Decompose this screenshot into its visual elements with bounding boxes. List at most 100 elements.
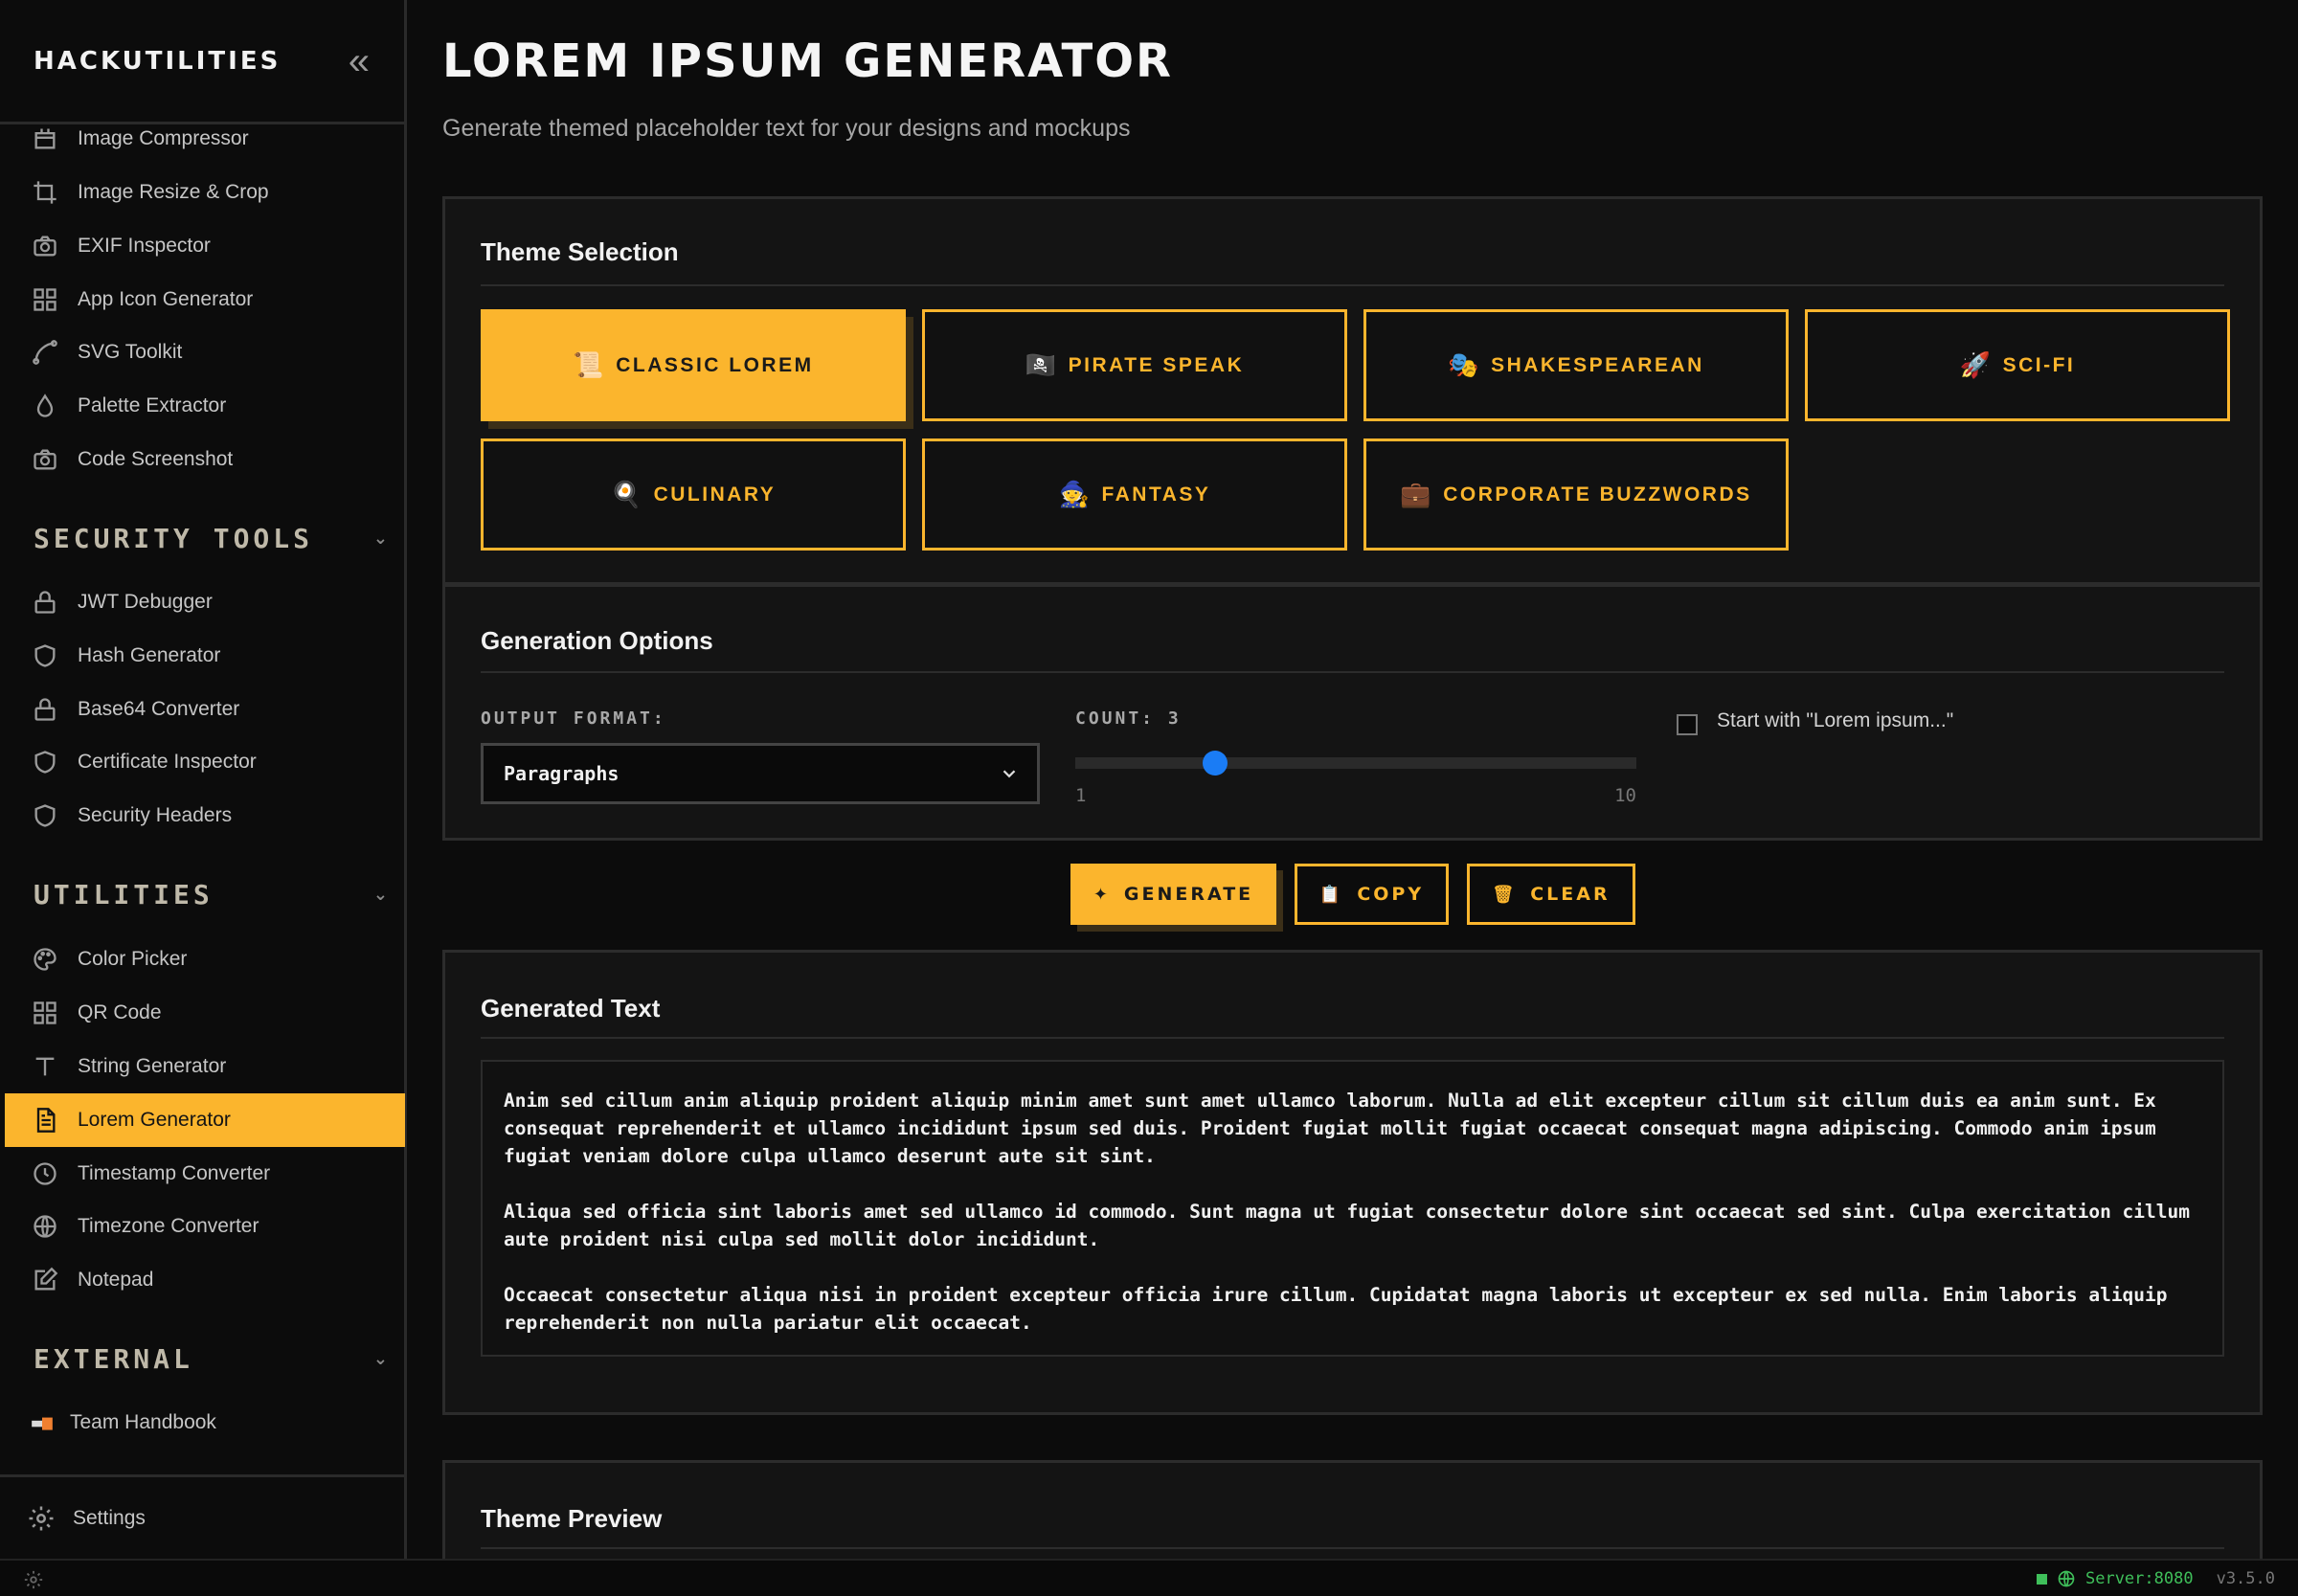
panel-heading: Theme Preview	[481, 1504, 663, 1533]
sidebar-item-timestamp-converter[interactable]: Timestamp Converter	[5, 1147, 405, 1201]
theme-label: CULINARY	[653, 483, 777, 506]
sidebar-item-team-handbook[interactable]: Team Handbook	[5, 1396, 405, 1450]
clear-button[interactable]: 🗑 CLEAR	[1467, 864, 1635, 925]
generation-options-panel: Generation Options OUTPUT FORMAT: Paragr…	[442, 584, 2263, 841]
page-title: LOREM IPSUM GENERATOR	[442, 34, 1174, 88]
gear-icon[interactable]	[23, 1569, 44, 1590]
theme-classic-lorem-button[interactable]: 📜 CLASSIC LOREM	[481, 309, 906, 421]
sidebar-item-app-icon-generator[interactable]: App Icon Generator	[5, 273, 405, 326]
globe-icon	[2057, 1569, 2076, 1588]
sidebar-item-label: Notepad	[78, 1269, 154, 1291]
section-header-external[interactable]: EXTERNAL ⌄	[34, 1339, 388, 1378]
divider	[481, 1037, 2224, 1039]
theme-culinary-button[interactable]: 🍳 CULINARY	[481, 438, 906, 551]
shield-icon	[28, 745, 62, 779]
sidebar-item-label: EXIF Inspector	[78, 235, 211, 257]
sidebar-item-certificate-inspector[interactable]: Certificate Inspector	[5, 735, 405, 789]
output-format-select[interactable]: Paragraphs	[481, 743, 1040, 804]
page-subtitle: Generate themed placeholder text for you…	[442, 115, 1131, 142]
status-indicator	[2036, 1573, 2047, 1585]
status-bar: Server:8080 v3.5.0	[0, 1559, 2298, 1596]
count-slider-thumb[interactable]	[1203, 751, 1228, 776]
theme-label: CORPORATE BUZZWORDS	[1443, 483, 1752, 506]
divider	[481, 284, 2224, 286]
frying-pan-icon: 🍳	[610, 480, 644, 508]
sidebar-item-palette-extractor[interactable]: Palette Extractor	[5, 379, 405, 433]
sidebar-item-lorem-generator[interactable]: Lorem Generator	[5, 1093, 405, 1147]
section-title: EXTERNAL	[34, 1342, 193, 1375]
camera-icon	[28, 229, 62, 263]
scroll-icon: 📜	[573, 350, 607, 379]
sidebar-item-string-generator[interactable]: String Generator	[5, 1040, 405, 1093]
theme-fantasy-button[interactable]: 🧙 FANTASY	[922, 438, 1347, 551]
sidebar-item-notepad[interactable]: Notepad	[5, 1253, 405, 1307]
shield-icon	[28, 639, 62, 673]
gear-icon	[27, 1504, 56, 1533]
settings-label: Settings	[73, 1506, 146, 1529]
text-icon	[28, 1049, 62, 1084]
sidebar-item-label: String Generator	[78, 1055, 227, 1077]
sidebar-item-label: Image Compressor	[78, 127, 249, 149]
sidebar-header: HACKUTILITIES «	[0, 0, 404, 124]
sidebar-item-label: Image Resize & Crop	[78, 181, 269, 203]
theme-sci-fi-button[interactable]: 🚀 SCI-FI	[1805, 309, 2230, 421]
sidebar-item-label: App Icon Generator	[78, 288, 254, 310]
sidebar-item-jwt-debugger[interactable]: JWT Debugger	[5, 575, 405, 629]
sidebar-item-qr-code[interactable]: QR Code	[5, 986, 405, 1040]
sidebar-item-code-screenshot[interactable]: Code Screenshot	[5, 433, 405, 486]
trash-icon: 🗑	[1492, 884, 1518, 905]
sidebar-item-hash-generator[interactable]: Hash Generator	[5, 629, 405, 683]
section-header-utilities[interactable]: UTILITIES ⌄	[34, 875, 388, 913]
theme-corporate-buzzwords-button[interactable]: 💼 CORPORATE BUZZWORDS	[1363, 438, 1789, 551]
clock-icon	[28, 1157, 62, 1191]
sidebar-item-label: Team Handbook	[70, 1411, 216, 1433]
sidebar-item-label: Palette Extractor	[78, 394, 227, 416]
section-header-security-tools[interactable]: SECURITY TOOLS ⌄	[34, 519, 388, 557]
sidebar-item-timezone-converter[interactable]: Timezone Converter	[5, 1200, 405, 1253]
generate-button[interactable]: ✦ GENERATE	[1070, 864, 1276, 925]
sidebar-item-security-headers[interactable]: Security Headers	[5, 789, 405, 843]
sidebar-item-image-resize-crop[interactable]: Image Resize & Crop	[5, 166, 405, 219]
generated-text-output[interactable]: Anim sed cillum anim aliquip proident al…	[481, 1060, 2224, 1357]
sidebar-item-color-picker[interactable]: Color Picker	[5, 933, 405, 986]
theme-shakespearean-button[interactable]: 🎭 SHAKESPEAREAN	[1363, 309, 1789, 421]
divider	[481, 671, 2224, 673]
grid-icon	[28, 996, 62, 1030]
divider	[481, 1547, 2224, 1549]
start-with-lorem-checkbox[interactable]	[1677, 714, 1698, 735]
brand-logo[interactable]: HACKUTILITIES	[34, 47, 281, 76]
collapse-sidebar-icon[interactable]: «	[349, 42, 370, 80]
sidebar-item-label: Certificate Inspector	[78, 751, 257, 773]
sidebar-item-svg-toolkit[interactable]: SVG Toolkit	[5, 326, 405, 379]
generated-text-panel: Generated Text Anim sed cillum anim aliq…	[442, 950, 2263, 1415]
sidebar-item-label: SVG Toolkit	[78, 341, 183, 363]
output-paragraph: Occaecat consectetur aliqua nisi in proi…	[504, 1284, 2168, 1334]
bezier-icon	[28, 335, 62, 370]
rocket-icon: 🚀	[1959, 350, 1994, 379]
compress-icon	[28, 122, 62, 156]
sidebar-item-label: Timezone Converter	[78, 1215, 259, 1237]
panel-heading: Theme Selection	[481, 237, 679, 266]
sidebar-item-exif-inspector[interactable]: EXIF Inspector	[5, 219, 405, 273]
sidebar-item-image-compressor[interactable]: Image Compressor	[5, 112, 405, 166]
theme-selection-panel: Theme Selection 📜 CLASSIC LOREM 🏴‍☠️ PIR…	[442, 196, 2263, 585]
status-right: Server:8080 v3.5.0	[2036, 1569, 2275, 1588]
sidebar-item-label: Lorem Generator	[78, 1109, 231, 1131]
sidebar-item-label: Security Headers	[78, 804, 233, 826]
wizard-icon: 🧙	[1058, 480, 1093, 508]
count-slider[interactable]	[1075, 751, 1636, 776]
theme-pirate-speak-button[interactable]: 🏴‍☠️ PIRATE SPEAK	[922, 309, 1347, 421]
sidebar-item-label: Base64 Converter	[78, 698, 240, 720]
copy-button[interactable]: 📋 COPY	[1295, 864, 1449, 925]
camera-icon	[28, 442, 62, 477]
briefcase-icon: 💼	[1400, 480, 1434, 508]
panel-heading: Generated Text	[481, 994, 661, 1023]
slider-max-label: 10	[1614, 785, 1636, 806]
sidebar-item-settings[interactable]: Settings	[0, 1474, 404, 1559]
shield-icon	[28, 798, 62, 833]
output-format-label: OUTPUT FORMAT:	[481, 708, 666, 729]
sidebar-item-base64-converter[interactable]: Base64 Converter	[5, 683, 405, 736]
panel-heading: Generation Options	[481, 626, 713, 655]
sidebar-item-label: Color Picker	[78, 948, 188, 970]
start-with-lorem-label[interactable]: Start with "Lorem ipsum..."	[1717, 709, 1953, 732]
